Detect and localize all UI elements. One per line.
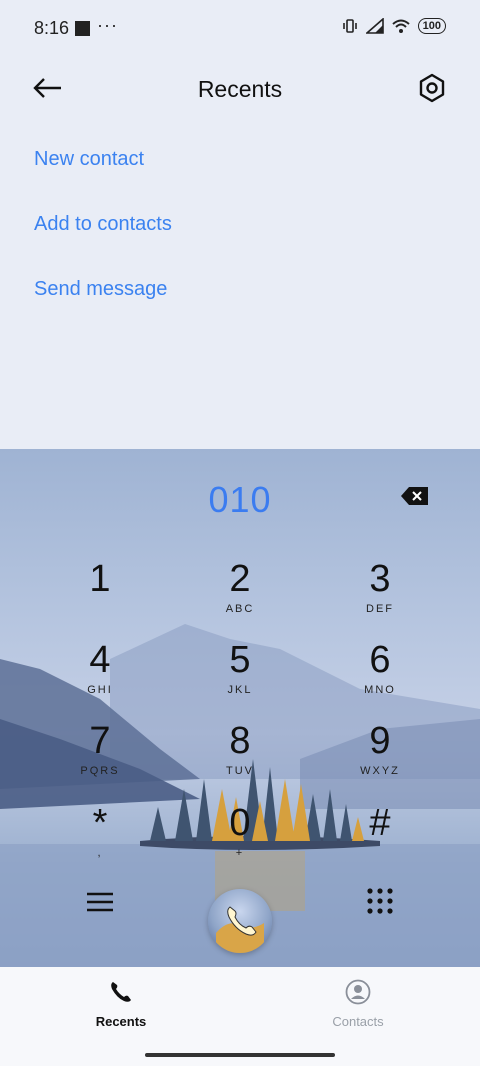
phone-icon <box>111 982 131 1002</box>
bottom-navigation: Recents Contacts <box>0 967 480 1066</box>
dial-key-3[interactable]: 3 DEF <box>320 557 440 633</box>
dial-key-letters: DEF <box>366 603 394 615</box>
dial-key-digit: 0 <box>229 802 251 844</box>
dial-key-letters: GHI <box>87 684 113 696</box>
status-icons: 100 <box>342 18 446 34</box>
dial-key-letters: TUV <box>226 765 254 777</box>
home-indicator[interactable] <box>145 1053 335 1057</box>
dialpad-grid-icon[interactable] <box>364 885 396 917</box>
add-to-contacts-link[interactable]: Add to contacts <box>34 213 172 236</box>
dial-key-letters: PQRS <box>80 765 120 777</box>
more-notifications-icon: ··· <box>97 15 118 35</box>
notification-square-icon <box>75 21 90 36</box>
dial-key-digit: 6 <box>369 639 391 681</box>
page-title: Recents <box>197 76 283 102</box>
dial-key-6[interactable]: 6 MNO <box>320 638 440 714</box>
signal-icon <box>365 18 384 34</box>
top-bar: Recents <box>0 56 480 120</box>
person-circle-icon <box>345 979 371 1005</box>
tab-recents[interactable]: Recents <box>61 979 181 1029</box>
settings-button[interactable] <box>414 70 450 106</box>
dial-key-digit: 2 <box>229 558 251 600</box>
menu-icon[interactable] <box>84 887 116 917</box>
dial-key-5[interactable]: 5 JKL <box>180 638 300 714</box>
dial-key-digit: 9 <box>369 720 391 762</box>
dial-key-letters: MNO <box>364 684 396 696</box>
status-bar: 8:16 ··· 100 <box>0 0 480 56</box>
call-button[interactable] <box>208 889 272 953</box>
dialer-panel: 010 1 2 ABC 3 DEF 4 GHI 5 JKL 6 MNO 7 PQ… <box>0 449 480 967</box>
tab-contacts-label: Contacts <box>332 1014 384 1029</box>
backspace-icon[interactable] <box>400 485 430 507</box>
dial-key-letters: + <box>235 847 245 859</box>
dial-key-digit: 7 <box>89 720 111 762</box>
status-time: 8:16 <box>34 18 70 38</box>
dial-key-9[interactable]: 9 WXYZ <box>320 719 440 795</box>
dial-key-letters: JKL <box>227 684 253 696</box>
wifi-icon <box>391 19 410 33</box>
dial-key-digit: 5 <box>229 639 251 681</box>
tab-contacts[interactable]: Contacts <box>298 979 418 1029</box>
dial-key-8[interactable]: 8 TUV <box>180 719 300 795</box>
dial-key-digit: 1 <box>89 558 111 600</box>
dial-key-4[interactable]: 4 GHI <box>40 638 160 714</box>
dial-key-digit: * <box>92 802 108 844</box>
dial-key-letters: ABC <box>225 603 255 615</box>
dial-key-digit: # <box>369 802 391 844</box>
dial-key-digit: 4 <box>89 639 111 681</box>
call-phone-icon <box>216 906 264 953</box>
vibrate-icon <box>342 19 357 33</box>
dial-key-digit: 3 <box>369 558 391 600</box>
dial-key-letters: , <box>97 847 103 859</box>
dial-key-letters: WXYZ <box>360 765 400 777</box>
tab-recents-label: Recents <box>95 1014 147 1029</box>
dial-key-star[interactable]: * , <box>40 801 160 877</box>
dial-key-7[interactable]: 7 PQRS <box>40 719 160 795</box>
settings-icon <box>419 73 445 103</box>
dial-key-digit: 8 <box>229 720 251 762</box>
dial-key-2[interactable]: 2 ABC <box>180 557 300 633</box>
dial-key-hash[interactable]: # <box>320 801 440 877</box>
dial-key-1[interactable]: 1 <box>40 557 160 633</box>
battery-icon: 100 <box>417 18 446 34</box>
send-message-link[interactable]: Send message <box>34 278 167 301</box>
dial-key-0[interactable]: 0 + <box>180 801 300 877</box>
new-contact-link[interactable]: New contact <box>34 148 144 171</box>
